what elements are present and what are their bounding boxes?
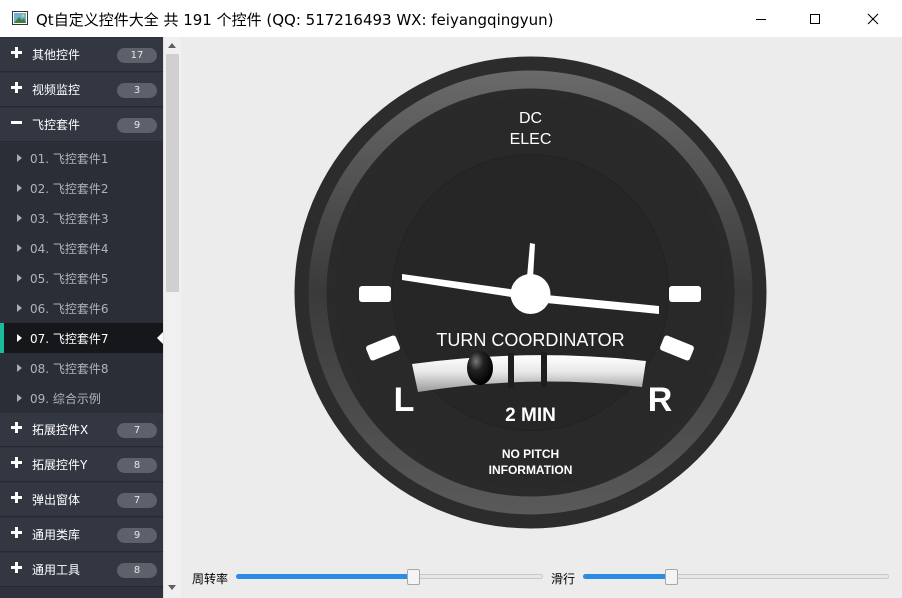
sub-item-combined-example[interactable]: 09. 综合示例 bbox=[0, 383, 163, 413]
sub-item-label: 02. 飞控套件2 bbox=[30, 182, 109, 196]
count-badge: 17 bbox=[117, 48, 157, 63]
sidebar-scrollbar[interactable] bbox=[163, 37, 181, 598]
turn-rate-slider[interactable] bbox=[236, 569, 543, 585]
inclinometer-ball bbox=[467, 351, 493, 385]
sub-item-flight-kit-7[interactable]: 07. 飞控套件7 bbox=[0, 323, 163, 353]
window-title: Qt自定义控件大全 共 191 个控件 (QQ: 517216493 WX: f… bbox=[36, 11, 554, 29]
triangle-right-icon bbox=[17, 394, 22, 402]
sub-item-flight-kit-2[interactable]: 02. 飞控套件2 bbox=[0, 173, 163, 203]
slip-slider[interactable] bbox=[583, 569, 889, 585]
triangle-right-icon bbox=[17, 334, 22, 342]
triangle-right-icon bbox=[17, 364, 22, 372]
triangle-right-icon bbox=[17, 244, 22, 252]
nav-group-popup-windows[interactable]: 弹出窗体 7 bbox=[0, 483, 163, 517]
active-indicator bbox=[0, 323, 4, 353]
inclinometer-line-right bbox=[541, 352, 547, 387]
slider-handle[interactable] bbox=[665, 569, 678, 585]
triangle-right-icon bbox=[17, 214, 22, 222]
plus-icon bbox=[11, 562, 22, 573]
sub-item-label: 09. 综合示例 bbox=[30, 392, 101, 406]
plus-icon bbox=[11, 492, 22, 503]
triangle-right-icon bbox=[17, 154, 22, 162]
plus-icon bbox=[11, 47, 22, 58]
level-tick-right bbox=[669, 286, 701, 302]
sub-item-flight-kit-3[interactable]: 03. 飞控套件3 bbox=[0, 203, 163, 233]
sub-item-label: 01. 飞控套件1 bbox=[30, 152, 109, 166]
minimize-button[interactable] bbox=[738, 0, 784, 37]
inclinometer-line-left bbox=[508, 353, 514, 388]
count-badge: 3 bbox=[117, 83, 157, 98]
triangle-right-icon bbox=[17, 274, 22, 282]
slider-fill bbox=[236, 574, 413, 579]
gauge-left-letter: L bbox=[394, 381, 415, 419]
maximize-icon bbox=[810, 13, 820, 24]
gauge-elec-label: ELEC bbox=[510, 131, 552, 148]
sub-item-label: 03. 飞控套件3 bbox=[30, 212, 109, 226]
close-icon bbox=[867, 13, 879, 24]
maximize-button[interactable] bbox=[792, 0, 838, 37]
count-badge: 8 bbox=[117, 563, 157, 578]
nav-group-label: 拓展控件Y bbox=[32, 458, 88, 472]
sub-item-label: 05. 飞控套件5 bbox=[30, 272, 109, 286]
sub-item-flight-kit-5[interactable]: 05. 飞控套件5 bbox=[0, 263, 163, 293]
nav-group-label: 拓展控件X bbox=[32, 423, 89, 437]
slider-handle[interactable] bbox=[407, 569, 420, 585]
nav-group-common-tools[interactable]: 通用工具 8 bbox=[0, 553, 163, 587]
nav-group-common-libs[interactable]: 通用类库 9 bbox=[0, 518, 163, 552]
nav-group-label: 其他控件 bbox=[32, 48, 81, 62]
scroll-down-arrow-icon[interactable] bbox=[168, 585, 176, 590]
nav-group-label: 通用类库 bbox=[32, 528, 81, 542]
nav-group-label: 视频监控 bbox=[32, 83, 81, 97]
nav-group-extension-x[interactable]: 拓展控件X 7 bbox=[0, 413, 163, 447]
triangle-right-icon bbox=[17, 184, 22, 192]
sub-item-label: 04. 飞控套件4 bbox=[30, 242, 109, 256]
gauge-dc-label: DC bbox=[519, 110, 542, 127]
plus-icon bbox=[11, 422, 22, 433]
app-icon bbox=[12, 11, 28, 25]
plus-icon bbox=[11, 457, 22, 468]
sub-item-flight-kit-8[interactable]: 08. 飞控套件8 bbox=[0, 353, 163, 383]
title-bar: Qt自定义控件大全 共 191 个控件 (QQ: 517216493 WX: f… bbox=[0, 0, 902, 37]
sub-item-label: 07. 飞控套件7 bbox=[30, 332, 109, 346]
sidebar-nav: 其他控件 17 视频监控 3 飞控套件 9 01. 飞控套件1 02. 飞控套件… bbox=[0, 37, 163, 598]
gauge-no-pitch-label: NO PITCH bbox=[502, 447, 559, 461]
slip-label: 滑行 bbox=[551, 572, 576, 586]
plus-icon bbox=[11, 82, 22, 93]
nav-group-extension-y[interactable]: 拓展控件Y 8 bbox=[0, 448, 163, 482]
sub-item-label: 06. 飞控套件6 bbox=[30, 302, 109, 316]
count-badge: 7 bbox=[117, 493, 157, 508]
sub-item-flight-kit-6[interactable]: 06. 飞控套件6 bbox=[0, 293, 163, 323]
turn-coordinator-gauge: DC ELEC TURN COORDINATOR L R 2 MIN NO PI… bbox=[294, 56, 767, 529]
sub-item-flight-kit-4[interactable]: 04. 飞控套件4 bbox=[0, 233, 163, 263]
sub-item-flight-kit-1[interactable]: 01. 飞控套件1 bbox=[0, 143, 163, 173]
gauge-title: TURN COORDINATOR bbox=[436, 330, 624, 350]
close-button[interactable] bbox=[850, 0, 896, 37]
triangle-right-icon bbox=[17, 304, 22, 312]
turn-rate-label: 周转率 bbox=[192, 572, 229, 586]
nav-group-video-monitoring[interactable]: 视频监控 3 bbox=[0, 73, 163, 107]
minus-icon bbox=[11, 121, 22, 124]
count-badge: 7 bbox=[117, 423, 157, 438]
nav-group-label: 飞控套件 bbox=[32, 118, 81, 132]
nav-group-flight-kit[interactable]: 飞控套件 9 bbox=[0, 108, 163, 142]
scrollbar-thumb[interactable] bbox=[166, 54, 179, 292]
sub-item-label: 08. 飞控套件8 bbox=[30, 362, 109, 376]
nav-group-label: 弹出窗体 bbox=[32, 493, 81, 507]
level-tick-left bbox=[359, 286, 391, 302]
nav-group-other-controls[interactable]: 其他控件 17 bbox=[0, 38, 163, 72]
count-badge: 8 bbox=[117, 458, 157, 473]
gauge-2min-label: 2 MIN bbox=[505, 405, 556, 426]
minimize-icon bbox=[756, 18, 766, 20]
slider-fill bbox=[583, 574, 671, 579]
plus-icon bbox=[11, 527, 22, 538]
main-panel: DC ELEC TURN COORDINATOR L R 2 MIN NO PI… bbox=[181, 37, 902, 598]
count-badge: 9 bbox=[117, 118, 157, 133]
nav-group-label: 通用工具 bbox=[32, 563, 81, 577]
gauge-right-letter: R bbox=[648, 381, 673, 419]
count-badge: 9 bbox=[117, 528, 157, 543]
gauge-information-label: INFORMATION bbox=[489, 463, 573, 477]
scroll-up-arrow-icon[interactable] bbox=[168, 43, 176, 48]
